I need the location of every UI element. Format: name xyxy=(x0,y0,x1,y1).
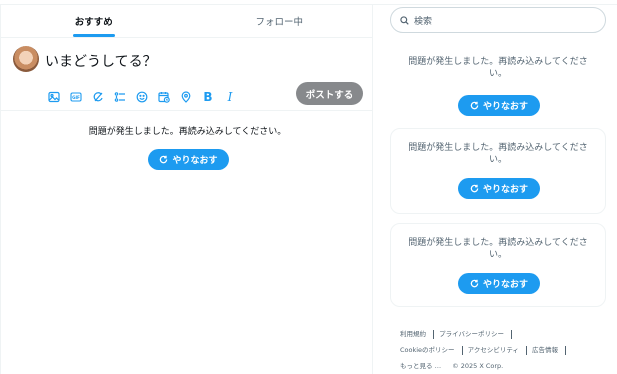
poll-icon[interactable] xyxy=(109,86,131,108)
retry-label: やりなおす xyxy=(482,280,528,290)
refresh-icon xyxy=(160,155,168,164)
card-retry-button[interactable]: やりなおす xyxy=(458,273,540,294)
tab-label: フォロー中 xyxy=(255,17,303,28)
search-placeholder: 検索 xyxy=(414,16,433,27)
retry-label: やりなおす xyxy=(482,102,528,112)
footer-divider xyxy=(461,345,463,355)
retry-label: やりなおす xyxy=(172,156,218,166)
right-sidebar: 検索 問題が発生しました。再読み込みしてください。 やりなおす 問題が発生しまし… xyxy=(390,0,617,374)
card-error-text: 問題が発生しました。再読み込みしてください。 xyxy=(408,57,588,79)
main-column: おすすめ フォロー中 いまどうしてる？ GIF B I ポストする 問題が発生し… xyxy=(0,5,373,374)
grok-icon[interactable] xyxy=(87,86,109,108)
refresh-icon xyxy=(470,279,479,288)
sidebar-card: 問題が発生しました。再読み込みしてください。 やりなおす xyxy=(390,128,606,214)
emoji-icon[interactable] xyxy=(131,86,153,108)
card-error-text: 問題が発生しました。再読み込みしてください。 xyxy=(408,143,588,165)
footer-link-cookie[interactable]: Cookieのポリシー xyxy=(400,346,455,354)
image-icon[interactable] xyxy=(43,86,65,108)
schedule-icon[interactable] xyxy=(153,86,175,108)
refresh-icon xyxy=(470,101,479,110)
timeline-tabs: おすすめ フォロー中 xyxy=(1,5,372,38)
footer-divider xyxy=(565,345,567,355)
footer-link-ads[interactable]: 広告情報 xyxy=(532,346,558,354)
footer-divider xyxy=(433,329,434,339)
footer-link-privacy[interactable]: プライバシーポリシー xyxy=(439,330,504,338)
retry-label: やりなおす xyxy=(482,185,528,195)
tab-for-you[interactable]: おすすめ xyxy=(1,5,187,37)
footer-link-accessibility[interactable]: アクセシビリティ xyxy=(468,346,519,354)
location-icon[interactable] xyxy=(175,86,197,108)
feed-error-message: 問題が発生しました。再読み込みしてください。 xyxy=(88,127,287,137)
search-icon xyxy=(400,15,409,25)
footer-more-link[interactable]: もっと見る … xyxy=(400,362,441,370)
italic-icon[interactable]: I xyxy=(219,86,241,108)
card-retry-button[interactable]: やりなおす xyxy=(458,178,540,199)
card-error-text: 問題が発生しました。再読み込みしてください。 xyxy=(408,238,588,260)
tab-following[interactable]: フォロー中 xyxy=(187,5,373,37)
post-button[interactable]: ポストする xyxy=(296,82,363,105)
sidebar-card: 問題が発生しました。再読み込みしてください。 やりなおす xyxy=(390,46,606,122)
svg-text:GIF: GIF xyxy=(72,95,80,100)
footer-divider xyxy=(510,329,512,339)
sidebar-footer: 利用規約 プライバシーポリシー Cookieのポリシー アクセシビリティ 広告情… xyxy=(400,326,600,374)
search-input[interactable]: 検索 xyxy=(390,7,606,33)
sidebar-card: 問題が発生しました。再読み込みしてください。 やりなおす xyxy=(390,223,606,307)
post-composer: いまどうしてる？ GIF B I ポストする xyxy=(1,38,372,111)
composer-toolbar: GIF B I xyxy=(43,86,241,108)
card-retry-button[interactable]: やりなおす xyxy=(458,95,540,116)
tab-label: おすすめ xyxy=(74,17,113,28)
gif-icon[interactable]: GIF xyxy=(65,86,87,108)
footer-link-terms[interactable]: 利用規約 xyxy=(400,330,426,338)
avatar[interactable] xyxy=(13,46,39,72)
bold-icon[interactable]: B xyxy=(197,86,219,108)
copyright-text: © 2025 X Corp. xyxy=(452,362,504,370)
active-tab-indicator xyxy=(72,34,115,37)
refresh-icon xyxy=(470,184,479,193)
compose-input[interactable]: いまどうしてる？ xyxy=(45,51,157,71)
footer-divider xyxy=(525,345,527,355)
feed-retry-button[interactable]: やりなおす xyxy=(148,149,229,170)
